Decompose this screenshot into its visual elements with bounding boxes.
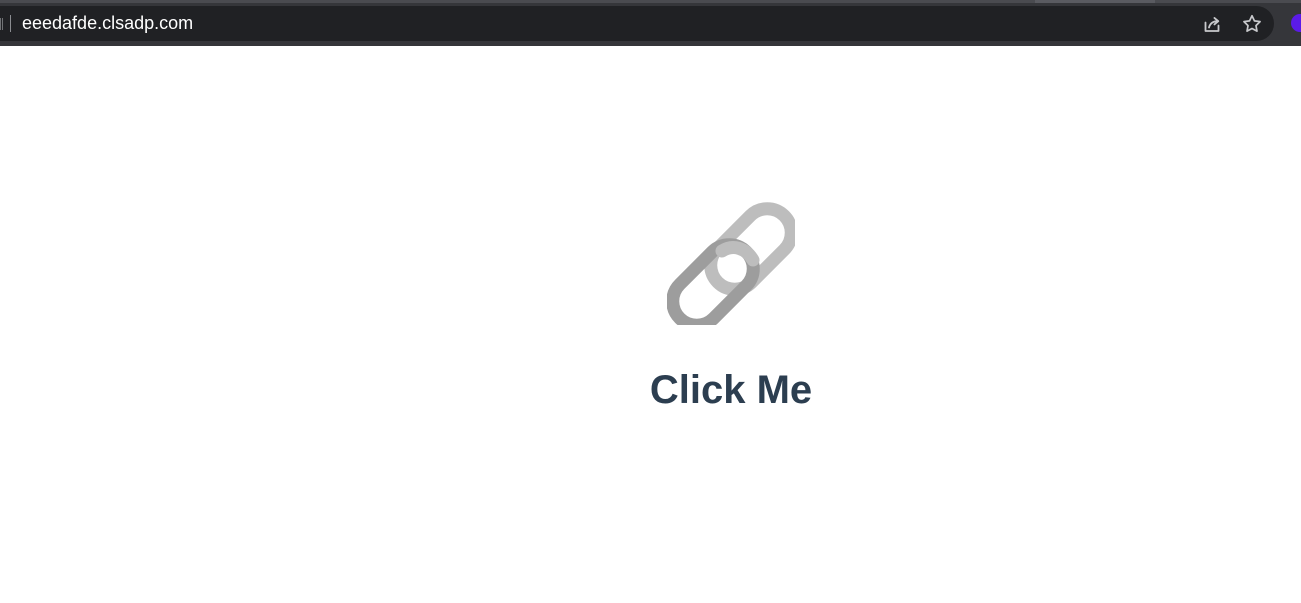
address-divider [10,15,11,32]
url-text[interactable]: eeedafde.clsadp.com [22,12,193,35]
address-bar[interactable]: eeedafde.clsadp.com [0,6,1274,41]
star-icon[interactable] [1241,13,1263,35]
click-me-link[interactable]: Click Me [640,196,822,416]
share-icon[interactable] [1201,13,1223,35]
link-chain-icon [666,199,798,332]
page-content: Click Me [0,46,1301,603]
extension-icon-edge[interactable] [1291,14,1301,32]
site-info-edge-icon[interactable] [0,18,3,30]
click-me-label[interactable]: Click Me [640,368,822,412]
browser-top-bar: eeedafde.clsadp.com [0,0,1301,46]
active-tab-edge [1035,0,1155,3]
